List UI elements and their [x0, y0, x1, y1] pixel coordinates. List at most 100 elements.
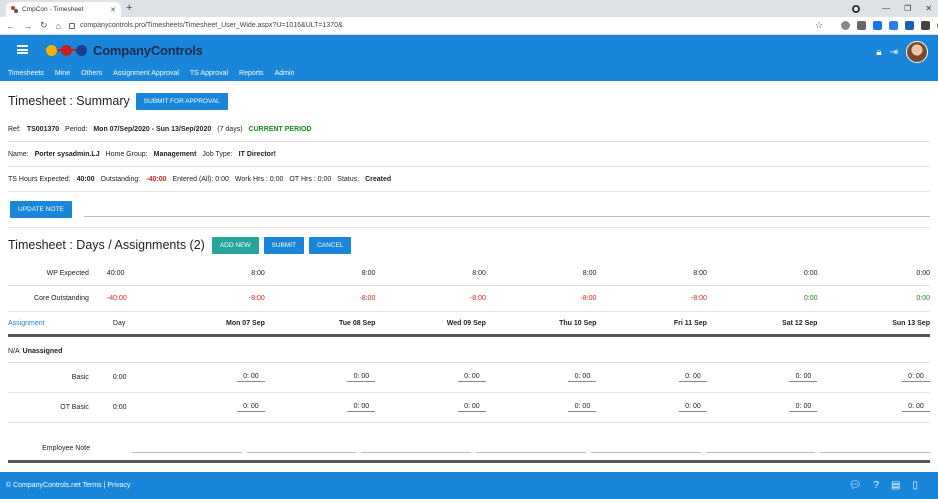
menu-item-assignment-approval[interactable]: Assignment Approval	[113, 70, 179, 77]
time-input[interactable]: 0: 00	[901, 403, 930, 412]
time-input[interactable]: 0: 00	[347, 373, 376, 382]
extension-icon[interactable]	[873, 21, 883, 30]
wp-expected-row: WP Expected 40:00 8:00 8:00 8:00 8:00 8:…	[8, 262, 930, 286]
extension-icon[interactable]	[841, 21, 851, 30]
main-menu: Timesheets Mine Others Assignment Approv…	[8, 70, 294, 77]
wp-value: 8:00	[361, 270, 376, 277]
employee-row: Name: Porter sysadmin.LJ Home Group: Man…	[8, 142, 930, 167]
extension-icon[interactable]	[905, 21, 915, 30]
lock-icon	[68, 22, 75, 29]
time-input[interactable]: 0: 00	[236, 403, 265, 412]
note-field[interactable]	[476, 444, 586, 453]
restore-icon[interactable]: ❐	[904, 4, 911, 13]
ot-basic-total: 0:00	[112, 404, 127, 411]
record-icon[interactable]	[852, 4, 861, 13]
basic-total: 0:00	[112, 374, 127, 381]
wp-value: 8:00	[693, 270, 707, 277]
period-label: Period:	[65, 125, 88, 133]
extension-icon[interactable]	[889, 21, 899, 30]
time-input[interactable]: 0: 00	[789, 373, 818, 382]
help-icon[interactable]: ?	[873, 480, 879, 491]
home-icon[interactable]: ⌂	[56, 21, 61, 31]
menu-item-mine[interactable]: Mine	[55, 70, 70, 77]
day-header: Fri 11 Sep	[673, 319, 707, 327]
time-input[interactable]: 0: 00	[901, 373, 930, 382]
ot-basic-row: OT Basic 0:00 0: 00 0: 00 0: 00 0: 00 0:…	[8, 393, 930, 423]
submit-for-approval-button[interactable]: SUBMIT FOR APPROVAL	[135, 92, 228, 110]
mobile-icon[interactable]: ▯	[912, 480, 918, 491]
extensions: ⋮	[841, 21, 938, 30]
footer-text[interactable]: © CompanyControls.net Terms | Privacy	[6, 482, 130, 489]
close-window-icon[interactable]: ✕	[925, 4, 932, 13]
main-content: Timesheet : Summary SUBMIT FOR APPROVAL …	[0, 81, 938, 472]
logout-icon[interactable]: ⇥	[890, 47, 898, 58]
day-header: Wed 09 Sep	[446, 319, 486, 327]
job-label: Job Type:	[202, 150, 233, 158]
ref-label: Ref:	[8, 125, 21, 133]
time-input[interactable]: 0: 00	[568, 373, 597, 382]
note-field[interactable]	[590, 444, 701, 453]
time-input[interactable]: 0: 00	[568, 403, 597, 412]
new-tab-icon[interactable]: +	[126, 2, 132, 15]
logo[interactable]: CompanyControls	[46, 42, 203, 58]
extension-icon[interactable]	[857, 21, 867, 30]
group-value: Management	[153, 150, 197, 158]
time-input[interactable]: 0: 00	[457, 373, 486, 382]
back-icon[interactable]: ←	[6, 21, 15, 31]
close-tab-icon[interactable]: ✕	[110, 6, 116, 14]
note-input[interactable]	[83, 203, 930, 217]
time-input[interactable]: 0: 00	[347, 403, 376, 412]
time-input[interactable]: 0: 00	[678, 373, 707, 382]
note-field[interactable]	[361, 444, 472, 453]
note-field[interactable]	[705, 444, 816, 453]
name-value: Porter sysadmin.LJ	[34, 150, 100, 158]
time-input[interactable]: 0: 00	[789, 403, 818, 412]
wp-value: 8:00	[251, 270, 265, 277]
time-input[interactable]: 0: 00	[457, 403, 486, 412]
cancel-button[interactable]: CANCEL	[309, 236, 352, 254]
ot-basic-label: OT Basic	[60, 404, 89, 411]
reload-icon[interactable]: ↻	[40, 20, 48, 31]
footer-icons: 💬︎ ? ▤ ▯	[849, 480, 932, 491]
window-controls: — ❐ ✕	[852, 2, 932, 15]
add-new-button[interactable]: ADD NEW	[211, 236, 259, 254]
core-value: -8:00	[580, 295, 597, 302]
menu-item-others[interactable]: Others	[81, 70, 102, 77]
status-value: Created	[365, 175, 392, 183]
lock-icon[interactable]: 🔒︎	[876, 47, 881, 58]
note-field[interactable]	[132, 444, 242, 453]
menu-item-timesheets[interactable]: Timesheets	[8, 70, 44, 77]
wp-label: WP Expected	[46, 270, 89, 277]
avatar[interactable]	[906, 41, 928, 63]
hamburger-menu-icon[interactable]	[17, 45, 28, 54]
menu-item-ts-approval[interactable]: TS Approval	[190, 70, 228, 77]
wp-total: 40:00	[106, 270, 125, 277]
forward-icon[interactable]: →	[23, 21, 32, 31]
note-field[interactable]	[820, 444, 931, 453]
bookmark-star-icon[interactable]: ☆	[815, 20, 823, 31]
puzzle-icon[interactable]	[921, 21, 931, 30]
update-note-button[interactable]: UPDATE NOTE	[10, 201, 72, 218]
day-header: Sun 13 Sep	[892, 319, 930, 327]
chat-icon[interactable]: 💬︎	[849, 480, 862, 491]
submit-button[interactable]: SUBMIT	[263, 236, 305, 254]
note-field[interactable]	[246, 444, 357, 453]
menu-item-reports[interactable]: Reports	[239, 70, 264, 77]
message-icon[interactable]: ▤	[891, 480, 900, 491]
minimize-icon[interactable]: —	[882, 4, 890, 13]
name-label: Name:	[8, 150, 29, 158]
browser-tab[interactable]: CmpCon - Timesheet ✕	[6, 2, 121, 17]
menu-item-admin[interactable]: Admin	[275, 70, 295, 77]
time-input[interactable]: 0: 00	[236, 373, 265, 382]
summary-title: Timesheet : Summary	[8, 94, 130, 108]
url-field[interactable]: companycontrols.pro/Timesheets/Timesheet…	[68, 19, 789, 32]
time-input[interactable]: 0: 00	[678, 403, 707, 412]
browser-tabbar: CmpCon - Timesheet ✕ + — ❐ ✕	[0, 0, 938, 17]
favicon-icon	[11, 6, 18, 13]
day-header-row: Assignment Day Mon 07 Sep Tue 08 Sep Wed…	[8, 312, 930, 337]
assignment-link[interactable]: Assignment	[8, 320, 91, 327]
note-row: UPDATE NOTE	[8, 192, 930, 228]
expected-label: TS Hours Expected:	[8, 175, 71, 183]
day-header: Mon 07 Sep	[225, 319, 265, 327]
days-header: Timesheet : Days / Assignments (2) ADD N…	[8, 228, 930, 262]
